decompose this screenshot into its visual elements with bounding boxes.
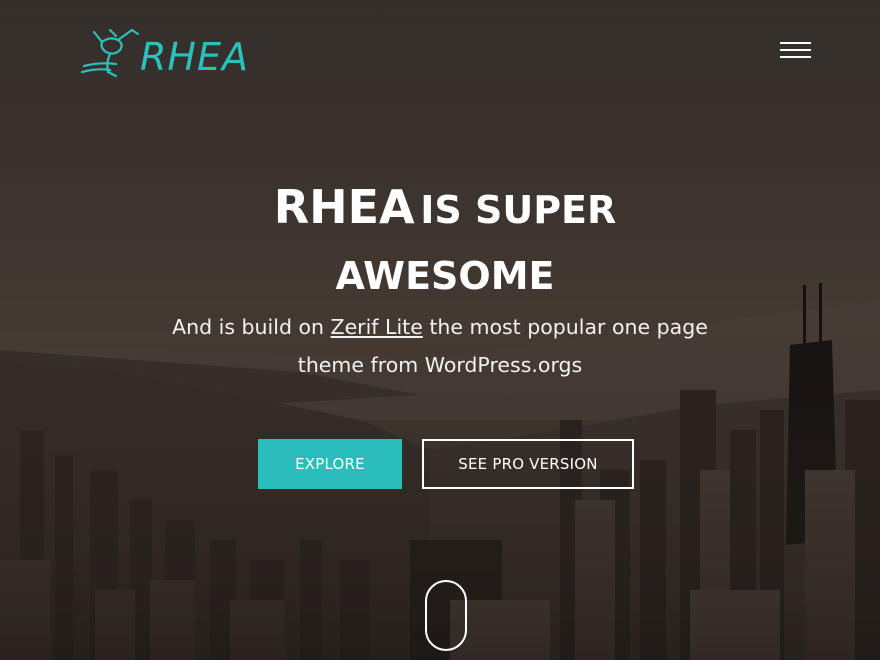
explore-button[interactable]: EXPLORE xyxy=(258,439,402,489)
hero-title: RHEA IS SUPER AWESOME xyxy=(180,178,710,305)
scroll-down-mouse-icon[interactable] xyxy=(425,580,467,651)
hamburger-menu-icon[interactable] xyxy=(780,42,812,60)
hero-title-brand: RHEA xyxy=(273,180,415,234)
hero-subtitle: And is build on Zerif Lite the most popu… xyxy=(160,308,720,384)
subtitle-text-start: And is build on xyxy=(172,315,331,339)
hero-title-rest: IS SUPER xyxy=(420,188,617,232)
logo-text: RHEA xyxy=(140,35,249,79)
hero-title-line1: RHEA IS SUPER xyxy=(180,178,710,247)
runner-logo-icon xyxy=(80,28,140,78)
see-pro-version-button[interactable]: SEE PRO VERSION xyxy=(422,439,634,489)
site-logo[interactable]: RHEA xyxy=(80,26,260,82)
zerif-lite-link[interactable]: Zerif Lite xyxy=(331,315,423,339)
hero-title-line2: AWESOME xyxy=(335,254,555,298)
